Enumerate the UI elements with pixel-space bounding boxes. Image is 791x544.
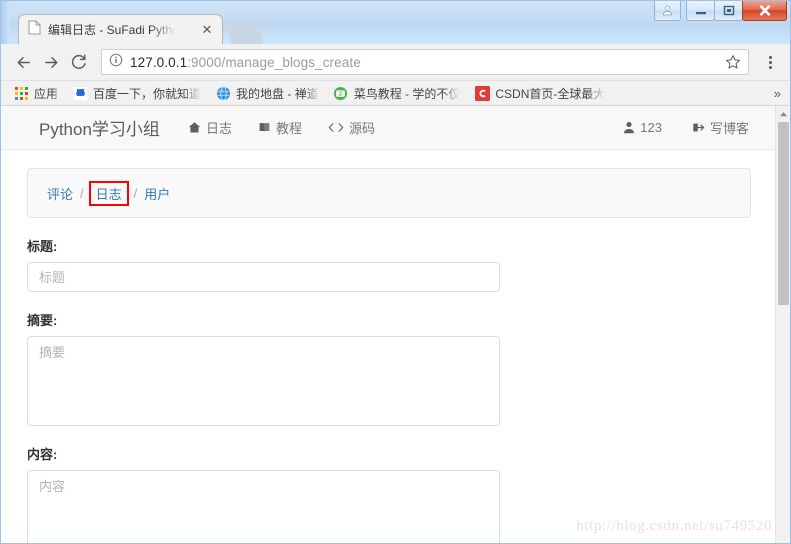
three-dot-menu-icon: [768, 55, 772, 59]
arrow-right-icon: [44, 56, 57, 68]
browser-tab[interactable]: 编辑日志 - SuFadi Pytho ✕: [18, 14, 223, 44]
bookmark-csdn[interactable]: CSDN首页-全球最大: [469, 83, 610, 103]
info-circle-icon[interactable]: [109, 53, 123, 72]
breadcrumb-item-users[interactable]: 用户: [144, 184, 170, 203]
web-page: Python学习小组 日志 教程 源码 123 写博客 评论 / 日志 / 用户…: [1, 106, 775, 543]
browser-window: 编辑日志 - SuFadi Pytho ✕ 127.0.0.1:9000/man…: [0, 0, 791, 544]
bookmark-apps[interactable]: 应用: [8, 83, 63, 103]
title-label: 标题:: [27, 239, 58, 254]
bookmarks-bar: 应用 百度一下，你就知道 我的地盘 - 禅道 菜 菜鸟教程 - 学的不仅 CSD…: [0, 81, 791, 106]
three-dot-menu-icon-2: [768, 60, 772, 64]
breadcrumb-item-blogs[interactable]: 日志: [88, 180, 129, 206]
bookmark-runoob[interactable]: 菜 菜鸟教程 - 学的不仅: [328, 83, 466, 103]
bookmark-star-icon[interactable]: [725, 54, 741, 70]
reload-button[interactable]: [65, 48, 93, 76]
nav-write-blog-label: 写博客: [709, 121, 749, 136]
tab-title: 编辑日志 - SuFadi Pytho: [48, 23, 176, 37]
page-scrollbar[interactable]: [775, 106, 790, 543]
nav-link-blogs[interactable]: 日志: [188, 118, 232, 137]
book-icon: [259, 123, 270, 132]
content-label: 内容:: [27, 447, 58, 462]
page-favicon-icon: [28, 20, 41, 40]
scrollbar-up-arrow-icon[interactable]: [776, 106, 790, 121]
browser-toolbar: 127.0.0.1:9000/manage_blogs_create: [0, 44, 791, 81]
arrow-left-icon: [17, 56, 30, 68]
address-bar[interactable]: 127.0.0.1:9000/manage_blogs_create: [101, 49, 749, 75]
tab-close-icon[interactable]: ✕: [200, 22, 214, 36]
forward-button[interactable]: [37, 48, 65, 76]
runoob-icon: 菜: [333, 85, 349, 101]
bookmark-label: 我的地盘 - 禅道: [236, 86, 319, 101]
nav-link-label: 源码: [348, 121, 375, 136]
page-viewport: Python学习小组 日志 教程 源码 123 写博客 评论 / 日志 / 用户…: [1, 106, 790, 543]
bookmark-label: CSDN首页-全球最大: [495, 86, 606, 101]
sign-in-icon: [693, 123, 705, 132]
content-textarea[interactable]: [27, 470, 500, 543]
bookmark-label: 百度一下，你就知道: [93, 86, 202, 101]
title-input[interactable]: [27, 262, 500, 292]
nav-user-label: 123: [640, 120, 662, 135]
nav-link-label: 教程: [275, 121, 302, 136]
bookmark-baidu[interactable]: 百度一下，你就知道: [67, 83, 206, 103]
new-tab-button[interactable]: [224, 21, 264, 44]
tab-strip: 编辑日志 - SuFadi Pytho ✕: [0, 14, 791, 44]
summary-textarea[interactable]: [27, 336, 500, 426]
breadcrumb-separator-2: /: [133, 185, 138, 201]
bookmark-zentao[interactable]: 我的地盘 - 禅道: [210, 83, 324, 103]
breadcrumb-separator: /: [80, 185, 84, 201]
site-navbar: Python学习小组 日志 教程 源码 123 写博客: [1, 106, 775, 150]
apps-grid-icon: [13, 85, 29, 101]
back-button[interactable]: [9, 48, 37, 76]
bookmark-label: 应用: [34, 86, 59, 101]
chrome-menu-button[interactable]: [757, 55, 783, 69]
user-icon: [624, 122, 635, 134]
svg-text:菜: 菜: [338, 90, 343, 97]
bookmark-label: 菜鸟教程 - 学的不仅: [353, 86, 461, 101]
home-icon: [188, 122, 201, 133]
form-group-summary: 摘要:: [27, 310, 751, 426]
form-group-content: 内容:: [27, 444, 751, 543]
breadcrumb-item-comments[interactable]: 评论: [47, 184, 73, 203]
nav-link-tutorials[interactable]: 教程: [258, 118, 302, 137]
page-container: 评论 / 日志 / 用户 标题: 摘要: 内容:: [1, 168, 775, 543]
site-brand[interactable]: Python学习小组: [39, 115, 160, 140]
globe-icon: [215, 85, 231, 101]
breadcrumb-panel: 评论 / 日志 / 用户: [27, 168, 751, 218]
reload-icon: [71, 54, 86, 69]
three-dot-menu-icon-3: [768, 65, 772, 69]
nav-user-link[interactable]: 123: [623, 120, 662, 135]
code-icon: [328, 123, 344, 132]
baidu-icon: [72, 85, 88, 101]
summary-label: 摘要:: [27, 313, 58, 328]
url-host: 127.0.0.1: [130, 54, 188, 70]
form-group-title: 标题:: [27, 236, 751, 292]
nav-link-label: 日志: [205, 121, 232, 136]
nav-write-blog-link[interactable]: 写博客: [692, 118, 749, 137]
csdn-icon: [474, 85, 490, 101]
navbar-right-section: 123 写博客: [593, 118, 749, 137]
url-text: 127.0.0.1:9000/manage_blogs_create: [130, 55, 361, 70]
scrollbar-thumb[interactable]: [778, 122, 789, 305]
url-path: :9000/manage_blogs_create: [187, 54, 361, 70]
nav-link-source[interactable]: 源码: [328, 118, 375, 137]
bookmarks-overflow-icon[interactable]: »: [774, 86, 781, 101]
